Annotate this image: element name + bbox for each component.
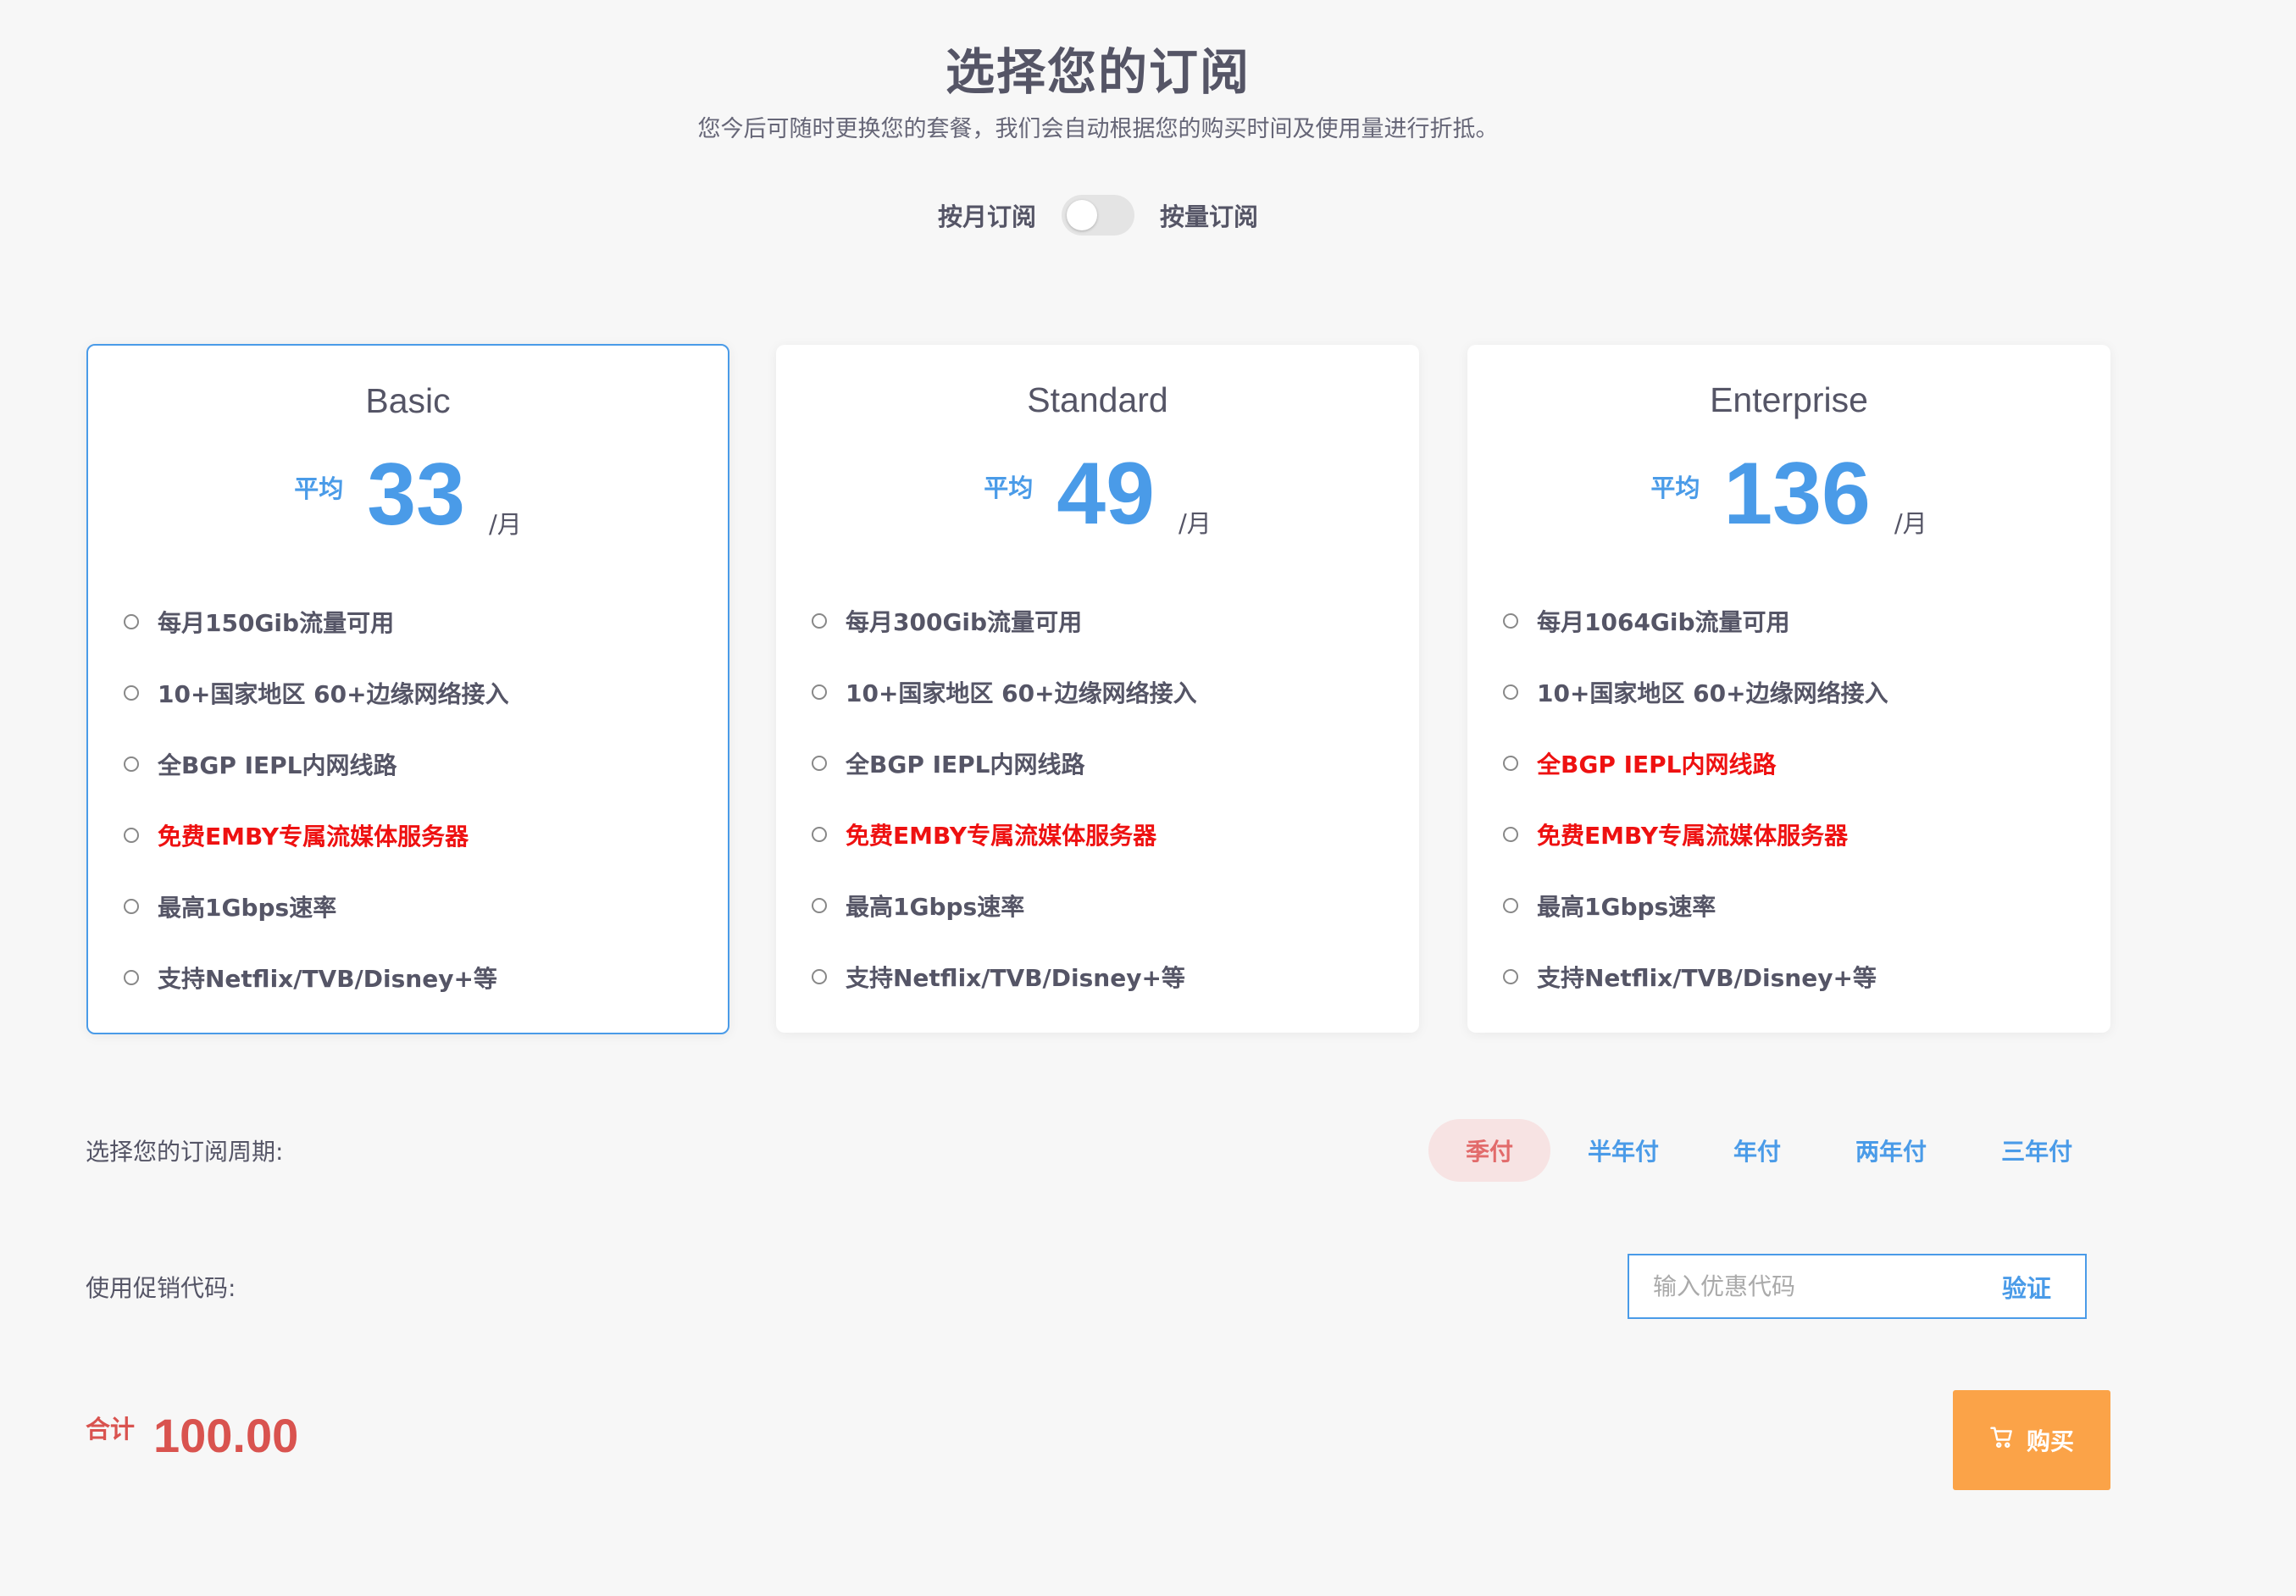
circle-bullet-icon bbox=[812, 613, 827, 629]
price-unit: /月 bbox=[488, 510, 522, 539]
plan-card-enterprise[interactable]: Enterprise 平均 136 /月 每月1064Gib流量可用 10+国家… bbox=[1467, 345, 2110, 1033]
cart-icon bbox=[1989, 1425, 2015, 1456]
feature-text: 支持Netflix/TVB/Disney+等 bbox=[158, 965, 497, 993]
feature-item: 免费EMBY专属流媒体服务器 bbox=[812, 799, 1394, 870]
feature-text: 免费EMBY专属流媒体服务器 bbox=[846, 822, 1157, 850]
feature-item: 免费EMBY专属流媒体服务器 bbox=[1503, 799, 2085, 870]
plan-card-basic[interactable]: Basic 平均 33 /月 每月150Gib流量可用 10+国家地区 60+边… bbox=[86, 344, 729, 1034]
cycle-option-quarterly[interactable]: 季付 bbox=[1428, 1119, 1551, 1182]
cycle-option-two-years[interactable]: 两年付 bbox=[1818, 1119, 1964, 1182]
billing-cycle-label: 选择您的订阅周期: bbox=[86, 1138, 284, 1166]
price-prefix: 平均 bbox=[1650, 474, 1700, 502]
feature-text: 支持Netflix/TVB/Disney+等 bbox=[1537, 964, 1877, 992]
circle-bullet-icon bbox=[812, 827, 827, 842]
feature-item: 支持Netflix/TVB/Disney+等 bbox=[1503, 941, 2085, 1012]
circle-bullet-icon bbox=[812, 898, 827, 913]
feature-text: 支持Netflix/TVB/Disney+等 bbox=[846, 964, 1185, 992]
feature-item: 免费EMBY专属流媒体服务器 bbox=[124, 800, 702, 871]
feature-text: 全BGP IEPL内网线路 bbox=[1537, 751, 1777, 779]
circle-bullet-icon bbox=[1503, 898, 1518, 913]
circle-bullet-icon bbox=[812, 969, 827, 984]
circle-bullet-icon bbox=[124, 614, 139, 629]
billing-cycle-options: 季付 半年付 年付 两年付 三年付 bbox=[1428, 1119, 2110, 1182]
feature-list: 每月1064Gib流量可用 10+国家地区 60+边缘网络接入 全BGP IEP… bbox=[1503, 585, 2085, 1012]
plan-name: Enterprise bbox=[1710, 380, 1868, 419]
feature-text: 10+国家地区 60+边缘网络接入 bbox=[846, 679, 1197, 707]
cycle-option-three-years[interactable]: 三年付 bbox=[1964, 1119, 2110, 1182]
feature-text: 每月1064Gib流量可用 bbox=[1537, 608, 1790, 636]
feature-text: 全BGP IEPL内网线路 bbox=[846, 751, 1085, 779]
price-prefix: 平均 bbox=[294, 474, 344, 503]
circle-bullet-icon bbox=[1503, 613, 1518, 629]
circle-bullet-icon bbox=[1503, 827, 1518, 842]
feature-text: 10+国家地区 60+边缘网络接入 bbox=[158, 680, 509, 708]
plan-card-standard[interactable]: Standard 平均 49 /月 每月300Gib流量可用 10+国家地区 6… bbox=[776, 345, 1419, 1033]
feature-text: 最高1Gbps速率 bbox=[158, 894, 337, 922]
plan-price: 平均 49 /月 bbox=[776, 443, 1419, 540]
feature-item: 全BGP IEPL内网线路 bbox=[1503, 728, 2085, 799]
feature-item: 最高1Gbps速率 bbox=[124, 871, 702, 942]
billing-toggle-row: 按月订阅 按量订阅 bbox=[0, 195, 2196, 236]
feature-list: 每月300Gib流量可用 10+国家地区 60+边缘网络接入 全BGP IEPL… bbox=[812, 585, 1394, 1012]
circle-bullet-icon bbox=[1503, 969, 1518, 984]
cycle-option-yearly[interactable]: 年付 bbox=[1696, 1119, 1818, 1182]
price-prefix: 平均 bbox=[984, 474, 1034, 502]
feature-item: 每月1064Gib流量可用 bbox=[1503, 585, 2085, 657]
feature-text: 全BGP IEPL内网线路 bbox=[158, 751, 397, 779]
price-value: 136 bbox=[1723, 445, 1871, 543]
circle-bullet-icon bbox=[124, 970, 139, 985]
plan-name: Basic bbox=[365, 381, 451, 420]
feature-item: 最高1Gbps速率 bbox=[812, 870, 1394, 941]
buy-label: 购买 bbox=[2026, 1427, 2074, 1455]
feature-item: 最高1Gbps速率 bbox=[1503, 870, 2085, 941]
circle-bullet-icon bbox=[812, 684, 827, 700]
feature-list: 每月150Gib流量可用 10+国家地区 60+边缘网络接入 全BGP IEPL… bbox=[124, 586, 702, 1013]
page-subtitle: 您今后可随时更换您的套餐，我们会自动根据您的购买时间及使用量进行折抵。 bbox=[697, 116, 1499, 142]
feature-item: 支持Netflix/TVB/Disney+等 bbox=[812, 941, 1394, 1012]
circle-bullet-icon bbox=[1503, 756, 1518, 771]
feature-item: 支持Netflix/TVB/Disney+等 bbox=[124, 942, 702, 1013]
page-title: 选择您的订阅 bbox=[945, 43, 1251, 101]
total-value: 100.00 bbox=[153, 1409, 299, 1462]
subscription-page: 选择您的订阅 您今后可随时更换您的套餐，我们会自动根据您的购买时间及使用量进行折… bbox=[0, 0, 2296, 1596]
feature-text: 每月150Gib流量可用 bbox=[158, 609, 395, 637]
plan-name: Standard bbox=[1027, 380, 1168, 419]
feature-item: 每月300Gib流量可用 bbox=[812, 585, 1394, 657]
cycle-option-half-year[interactable]: 半年付 bbox=[1550, 1119, 1696, 1182]
price-value: 33 bbox=[367, 446, 465, 544]
feature-text: 免费EMBY专属流媒体服务器 bbox=[158, 823, 469, 851]
promo-code-box: 验证 bbox=[1628, 1254, 2087, 1319]
circle-bullet-icon bbox=[124, 685, 139, 701]
feature-text: 最高1Gbps速率 bbox=[1537, 893, 1716, 921]
feature-item: 10+国家地区 60+边缘网络接入 bbox=[124, 657, 702, 729]
feature-item: 全BGP IEPL内网线路 bbox=[812, 728, 1394, 799]
promo-code-input[interactable] bbox=[1629, 1255, 1968, 1317]
price-value: 49 bbox=[1056, 445, 1155, 543]
usage-subscription-label[interactable]: 按量订阅 bbox=[1160, 197, 1258, 233]
circle-bullet-icon bbox=[1503, 684, 1518, 700]
promo-code-label: 使用促销代码: bbox=[86, 1274, 236, 1302]
total-label: 合计 bbox=[86, 1415, 136, 1444]
feature-item: 10+国家地区 60+边缘网络接入 bbox=[1503, 657, 2085, 728]
feature-text: 10+国家地区 60+边缘网络接入 bbox=[1537, 679, 1888, 707]
billing-mode-switch[interactable] bbox=[1062, 195, 1134, 236]
plan-price: 平均 136 /月 bbox=[1467, 443, 2110, 540]
circle-bullet-icon bbox=[124, 899, 139, 914]
verify-button[interactable]: 验证 bbox=[1968, 1255, 2085, 1317]
feature-text: 免费EMBY专属流媒体服务器 bbox=[1537, 822, 1849, 850]
monthly-subscription-label[interactable]: 按月订阅 bbox=[938, 197, 1036, 233]
feature-text: 最高1Gbps速率 bbox=[846, 893, 1025, 921]
price-unit: /月 bbox=[1178, 509, 1212, 538]
feature-item: 10+国家地区 60+边缘网络接入 bbox=[812, 657, 1394, 728]
feature-item: 全BGP IEPL内网线路 bbox=[124, 729, 702, 800]
circle-bullet-icon bbox=[812, 756, 827, 771]
circle-bullet-icon bbox=[124, 756, 139, 772]
buy-button[interactable]: 购买 bbox=[1953, 1390, 2110, 1490]
switch-knob bbox=[1067, 200, 1097, 230]
price-unit: /月 bbox=[1894, 509, 1927, 538]
feature-item: 每月150Gib流量可用 bbox=[124, 586, 702, 657]
plan-price: 平均 33 /月 bbox=[88, 444, 728, 540]
circle-bullet-icon bbox=[124, 828, 139, 843]
feature-text: 每月300Gib流量可用 bbox=[846, 608, 1083, 636]
